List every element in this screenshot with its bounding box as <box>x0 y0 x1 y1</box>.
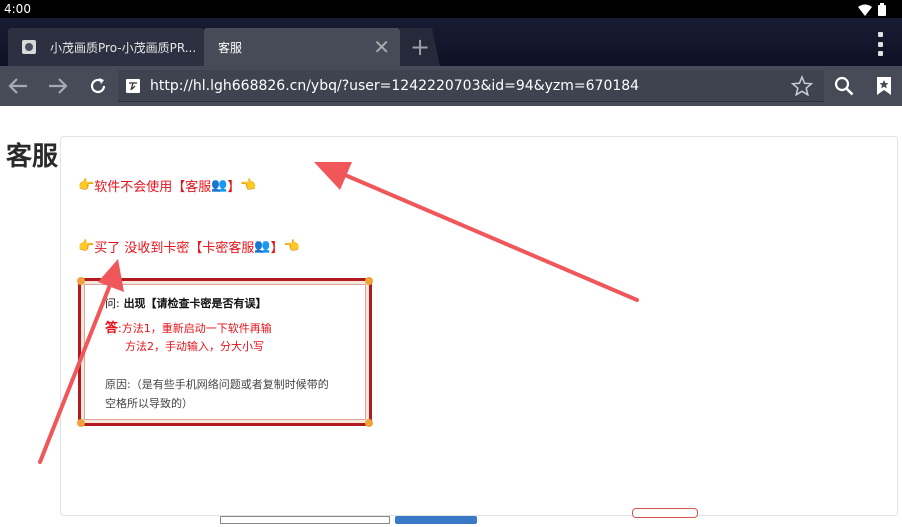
globe-icon <box>22 40 36 54</box>
reload-button[interactable] <box>80 66 116 106</box>
link-text-suffix: 】 <box>270 241 284 256</box>
tab-xiaomao[interactable]: 小茂画质Pro-小茂画质PR... <box>8 28 204 66</box>
wifi-icon <box>858 4 872 16</box>
site-favicon-icon <box>126 78 140 93</box>
link-text: 软件不会使用【客服 <box>94 180 212 195</box>
pointing-hand-left-icon: 👈 <box>240 178 257 193</box>
url-text: http://hl.lgh668826.cn/ybq/?user=1242220… <box>150 77 640 94</box>
people-icon: 👥 <box>211 178 228 193</box>
url-bar[interactable]: http://hl.lgh668826.cn/ybq/?user=1242220… <box>118 70 824 102</box>
link-text: 买了 没收到卡密【卡密客服 <box>94 241 255 256</box>
page-title: 客服 <box>6 142 59 172</box>
link-text-suffix: 】 <box>227 180 241 195</box>
link-card-key-support[interactable]: 👉 买了 没收到卡密【卡密客服 👥 】 👈 <box>78 237 300 256</box>
faq-reason-line1: 原因:（是有些手机网络问题或者复制时候带的 <box>105 378 329 391</box>
tab-kefu[interactable]: 客服 ✕ <box>204 28 400 66</box>
faq-answer-line2: 方法2，手动输入，分大小写 <box>125 340 264 353</box>
forward-button[interactable] <box>40 66 76 106</box>
screen: 4:00 小茂画质Pro-小茂画质PR... 客服 ✕ + http://hl.… <box>0 0 902 527</box>
partial-input-field[interactable] <box>220 516 390 524</box>
new-tab-button[interactable]: + <box>400 28 440 66</box>
battery-icon <box>878 3 886 16</box>
partial-badge <box>632 508 698 518</box>
address-toolbar: http://hl.lgh668826.cn/ybq/?user=1242220… <box>0 66 902 106</box>
corner-ornament <box>365 277 373 285</box>
people-icon: 👥 <box>254 239 271 254</box>
tab-title: 客服 <box>218 40 243 55</box>
reload-icon <box>90 78 106 94</box>
link-help-support[interactable]: 👉 软件不会使用【客服 👥 】 👈 <box>78 176 257 195</box>
back-icon <box>8 78 27 94</box>
web-content: 客服 👉 软件不会使用【客服 👥 】 👈 👉 买了 没收到卡密【卡密客服 👥 】… <box>0 106 902 527</box>
tab-strip: 小茂画质Pro-小茂画质PR... 客服 ✕ + <box>0 18 902 66</box>
faq-note-inner: 问: 出现【请检查卡密是否有误】 答:方法1，重新启动一下软件再输 方法2，手动… <box>84 284 366 420</box>
forward-icon <box>49 78 68 94</box>
plus-icon: + <box>409 33 431 61</box>
back-button[interactable] <box>0 66 36 106</box>
faq-reason-line2: 空格所以导致的） <box>105 397 193 410</box>
partial-bottom-widgets <box>212 508 902 527</box>
pointing-hand-icon: 👉 <box>78 239 95 254</box>
bookmarks-icon <box>877 77 891 95</box>
faq-answer-line1: 答:方法1，重新启动一下软件再输 <box>105 321 272 336</box>
search-button[interactable] <box>826 66 862 106</box>
close-tab-icon[interactable]: ✕ <box>373 37 390 57</box>
bookmark-star-button[interactable] <box>784 66 820 106</box>
star-icon <box>791 75 813 97</box>
pointing-hand-icon: 👉 <box>78 178 95 193</box>
menu-icon[interactable] <box>878 32 884 56</box>
faq-note-box: 问: 出现【请检查卡密是否有误】 答:方法1，重新启动一下软件再输 方法2，手动… <box>77 277 373 427</box>
corner-ornament <box>77 277 85 285</box>
system-icons <box>858 3 886 16</box>
search-icon <box>834 76 854 96</box>
bookmarks-button[interactable] <box>866 66 902 106</box>
faq-question: 问: 出现【请检查卡密是否有误】 <box>105 297 267 310</box>
corner-ornament <box>77 419 85 427</box>
status-time: 4:00 <box>4 2 31 16</box>
partial-submit-button[interactable] <box>395 516 477 524</box>
tab-title: 小茂画质Pro-小茂画质PR... <box>50 40 197 55</box>
corner-ornament <box>365 419 373 427</box>
status-bar: 4:00 <box>0 0 902 18</box>
pointing-hand-left-icon: 👈 <box>283 239 300 254</box>
